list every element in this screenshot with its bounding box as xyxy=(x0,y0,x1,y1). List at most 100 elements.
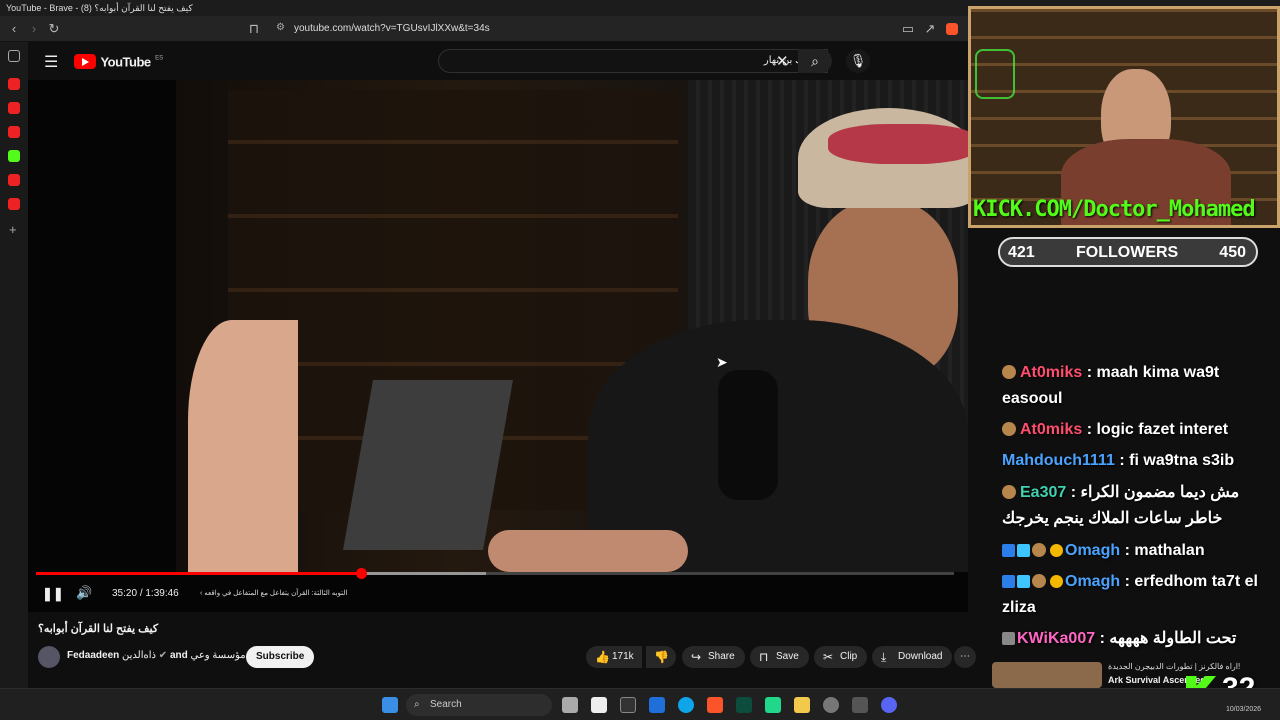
hands-image xyxy=(488,530,688,572)
share-page-icon[interactable]: ↗ xyxy=(922,21,938,37)
chat-message: Mahdouch1111 : fi wa9tna s3ib xyxy=(1002,448,1274,474)
like-button[interactable]: 👍 171k xyxy=(586,646,642,668)
address-bar[interactable]: ⚙ youtube.com/watch?v=TGUsvIJlXXw&t=34s xyxy=(270,20,950,38)
chat-badge-icon xyxy=(1002,632,1015,645)
time-current: 35:20 xyxy=(112,588,138,599)
youtube-logo[interactable]: YouTube ES xyxy=(74,53,163,70)
voice-search-icon[interactable]: 🎙 xyxy=(846,49,870,73)
followers-goal-widget: 421 FOLLOWERS 450 xyxy=(998,237,1258,267)
back-icon[interactable]: ‹ xyxy=(6,21,22,37)
save-label: Save xyxy=(776,651,799,662)
search-icon: ⌕ xyxy=(414,699,420,710)
browser-sidebar: + xyxy=(0,42,28,688)
chat-badge-icon xyxy=(1002,575,1015,588)
clear-search-icon[interactable]: ✕ xyxy=(776,52,789,70)
youtube-pinned-icon[interactable] xyxy=(8,78,20,90)
kick-pinned-icon[interactable] xyxy=(8,150,20,162)
chat-message: KWiKa007 : تحت الطاولة ههههه xyxy=(1002,626,1274,652)
chat-message: At0miks : maah kima wa9t easooul xyxy=(1002,360,1274,412)
channel-name[interactable]: Fedaadeen xyxy=(67,650,119,661)
chat-avatar-icon xyxy=(1002,422,1016,436)
bookmark-save-icon: ⊓ xyxy=(759,650,769,664)
pause-icon[interactable]: ❚❚ xyxy=(42,586,64,602)
share-icon: ↪ xyxy=(691,650,702,664)
reload-icon[interactable]: ↻ xyxy=(46,21,62,37)
save-button[interactable]: ⊓ Save xyxy=(750,646,809,668)
settings-icon[interactable] xyxy=(823,697,839,713)
terminal-icon[interactable] xyxy=(620,697,636,713)
chat-message: Omagh : mathalan xyxy=(1002,538,1274,564)
install-icon[interactable]: ▭ xyxy=(900,21,916,37)
apps-grid-icon[interactable] xyxy=(852,697,868,713)
progress-bar[interactable] xyxy=(36,568,954,579)
more-actions-button[interactable]: ⋯ xyxy=(954,646,976,668)
youtube-pinned-icon[interactable] xyxy=(8,198,20,210)
youtube-pinned-icon[interactable] xyxy=(8,174,20,186)
mail-icon[interactable] xyxy=(649,697,665,713)
calendar-icon[interactable] xyxy=(591,697,607,713)
video-info: كيف يفتح لنا القرآن أبوابه؟ Fedaadeen ذا… xyxy=(28,612,976,688)
search-input[interactable]: مالك بن نهار xyxy=(438,49,828,73)
taskbar-date: 10/03/2026 xyxy=(1226,706,1262,713)
task-view-icon[interactable] xyxy=(562,697,578,713)
url-text: youtube.com/watch?v=TGUsvIJlXXw&t=34s xyxy=(294,23,490,34)
youtube-header: ☰ YouTube ES مالك بن نهار ✕ ⌕ 🎙 xyxy=(28,42,968,80)
collab-channel-a[interactable]: ذاه‌الدين xyxy=(122,650,156,661)
file-explorer-icon[interactable] xyxy=(794,697,810,713)
video-player[interactable]: ❚❚ 🔊 35:20 / 1:39:46 التوبه الثالثة: الق… xyxy=(28,80,968,612)
start-icon[interactable] xyxy=(382,697,398,713)
chat-user: KWiKa007 xyxy=(1017,630,1096,647)
chat-badge-icon xyxy=(1002,544,1015,557)
discord-icon[interactable] xyxy=(881,697,897,713)
subscribe-button[interactable]: Subscribe xyxy=(246,646,315,668)
neon-sign-image xyxy=(975,49,1015,99)
collab-channel-b[interactable]: مؤسسة وعي xyxy=(191,650,246,661)
laptop-image xyxy=(343,380,513,550)
time-separator: / xyxy=(139,588,143,599)
scrubber-handle[interactable] xyxy=(355,568,367,579)
chat-badge-icon xyxy=(1050,544,1063,557)
chat-user: Ea307 xyxy=(1020,484,1067,501)
forward-icon[interactable]: › xyxy=(26,21,42,37)
like-count: 171k xyxy=(612,651,634,662)
add-panel-icon[interactable]: + xyxy=(9,222,17,237)
share-button[interactable]: ↪ Share xyxy=(682,646,745,668)
bookmark-icon[interactable]: ⊓ xyxy=(246,21,262,37)
app-icon[interactable] xyxy=(736,697,752,713)
youtube-pinned-icon[interactable] xyxy=(8,126,20,138)
channel-avatar[interactable] xyxy=(38,646,60,668)
streamer-webcam: KICK.COM/Doctor_Mohamed xyxy=(968,6,1280,228)
pycharm-icon[interactable] xyxy=(765,697,781,713)
chapter-title[interactable]: التوبه الثالثة: القرآن يتفاعل مع المتفاع… xyxy=(200,589,347,597)
site-info-icon[interactable]: ⚙ xyxy=(276,22,285,33)
dislike-button[interactable]: 👎 xyxy=(646,646,676,668)
search-button[interactable]: ⌕ xyxy=(798,49,832,73)
chat-text: : mathalan xyxy=(1124,542,1205,559)
taskbar-search[interactable]: ⌕ Search xyxy=(406,694,552,716)
video-title: كيف يفتح لنا القرآن أبوابه؟ xyxy=(38,623,159,635)
time-total: 1:39:46 xyxy=(145,588,179,599)
chat-avatar-icon xyxy=(1032,574,1046,588)
progress-fill xyxy=(36,572,361,575)
chat-user: At0miks xyxy=(1020,364,1083,381)
clip-button[interactable]: ✂ Clip xyxy=(814,646,868,668)
volume-icon[interactable]: 🔊 xyxy=(76,585,92,601)
chat-message: Ea307 : مش ديما مضمون الكراء خاطر ساعات … xyxy=(1002,480,1274,532)
sidebar-panel-icon[interactable] xyxy=(8,50,20,62)
player-controls: ❚❚ 🔊 35:20 / 1:39:46 التوبه الثالثة: الق… xyxy=(28,580,968,608)
menu-icon[interactable]: ☰ xyxy=(44,52,58,72)
windows-taskbar: ⌕ Search 10/03/2026 xyxy=(0,688,1280,720)
youtube-pinned-icon[interactable] xyxy=(8,102,20,114)
brave-icon[interactable] xyxy=(707,697,723,713)
download-label: Download xyxy=(898,651,943,662)
download-button[interactable]: ⤓ Download xyxy=(872,646,953,668)
youtube-logo-text: YouTube xyxy=(100,54,151,70)
thumbs-down-icon: 👎 xyxy=(654,650,669,664)
edge-icon[interactable] xyxy=(678,697,694,713)
chat-user: At0miks xyxy=(1020,421,1083,438)
chapter-text: التوبه الثالثة: القرآن يتفاعل مع المتفاع… xyxy=(204,590,348,597)
brave-shield-icon[interactable] xyxy=(946,23,958,35)
clip-label: Clip xyxy=(840,651,858,662)
chat-text: : fi wa9tna s3ib xyxy=(1119,452,1235,469)
followers-label: FOLLOWERS xyxy=(1076,244,1179,261)
